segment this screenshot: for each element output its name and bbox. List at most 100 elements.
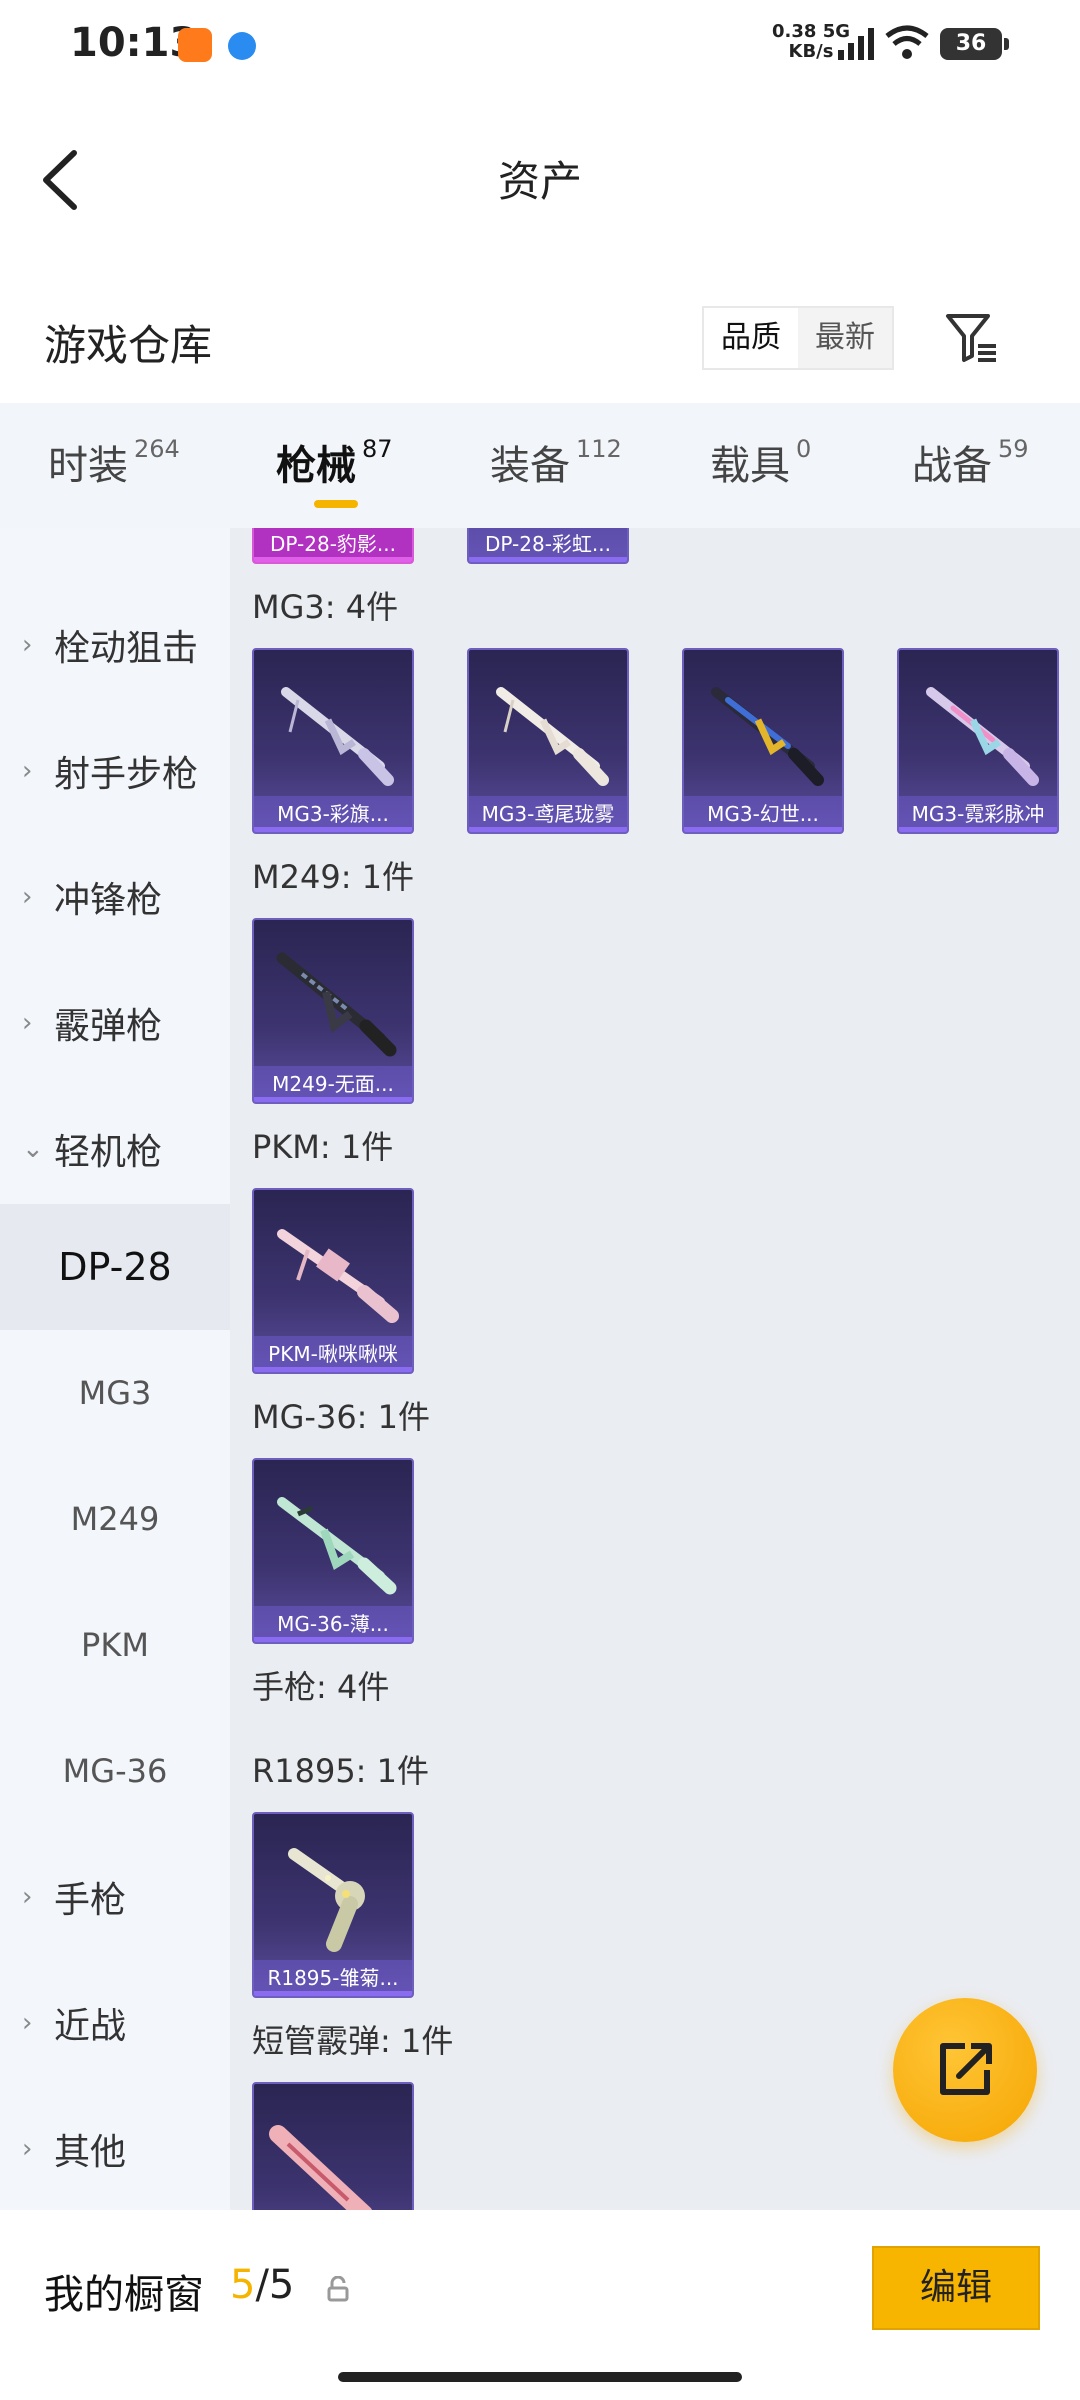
- weapon-skin-card[interactable]: MG3-鸢尾珑雾: [467, 648, 629, 834]
- chevron-right-icon: ›: [22, 630, 33, 660]
- net-speed-value: 0.38: [772, 21, 817, 42]
- tab-vehicles[interactable]: 载具 0: [710, 433, 811, 491]
- weapon-category-sidebar: › 栓动狙击 › 射手步枪 › 冲锋枪 › 霰弹枪 ⌄ 轻机枪 DP-28 MG…: [0, 528, 230, 2210]
- sidebar-item-lmg[interactable]: ⌄ 轻机枪: [0, 1086, 230, 1212]
- chevron-down-icon: ⌄: [22, 1134, 44, 1164]
- sidebar-item-melee[interactable]: › 近战: [0, 1960, 230, 2086]
- home-indicator[interactable]: [338, 2372, 742, 2382]
- chevron-right-icon: ›: [22, 1008, 33, 1038]
- machine-gun-image: [711, 687, 824, 786]
- sidebar-item-other[interactable]: › 其他: [0, 2086, 230, 2210]
- skin-name: MG3-彩旗...: [254, 796, 412, 832]
- sidebar-item-label: 栓动狙击: [54, 628, 199, 669]
- share-icon: [940, 2043, 992, 2095]
- skin-name: DP-28-豹影...: [254, 528, 412, 562]
- category-tabs: 时装 264 枪械 87 装备 112 载具 0 战备 59: [0, 403, 1080, 528]
- tab-count: 59: [998, 435, 1029, 463]
- showcase-bar: 我的橱窗 5/5 编辑: [0, 2210, 1080, 2400]
- tab-equipment[interactable]: 装备 112: [490, 433, 622, 491]
- showcase-count: 5/5: [230, 2262, 294, 2308]
- skin-name: MG3-鸢尾珑雾: [469, 796, 627, 832]
- sidebar-item-label: 近战: [54, 2006, 127, 2047]
- sort-latest-option[interactable]: 最新: [798, 308, 892, 368]
- weapon-skin-card[interactable]: DP-28-豹影...: [252, 528, 414, 564]
- tab-count: 87: [362, 435, 393, 463]
- tab-fashion[interactable]: 时装 264: [48, 433, 180, 491]
- skin-name: R1895-雏菊...: [254, 1960, 412, 1996]
- skin-name: DP-28-彩虹...: [469, 528, 627, 562]
- machine-gun-image: [496, 687, 609, 786]
- tab-label: 枪械: [276, 443, 356, 489]
- skin-name: MG-36-薄...: [254, 1606, 412, 1642]
- tab-count: 112: [576, 435, 622, 463]
- sidebar-sub-m249[interactable]: M249: [0, 1456, 230, 1582]
- sidebar-item-label: 轻机枪: [54, 1132, 163, 1173]
- chevron-right-icon: ›: [22, 882, 33, 912]
- sidebar-item-shotgun[interactable]: › 霰弹枪: [0, 960, 230, 1086]
- battery-level: 36: [955, 31, 987, 56]
- weapon-skin-card[interactable]: MG3-彩旗...: [252, 648, 414, 834]
- warehouse-title: 游戏仓库: [44, 321, 213, 370]
- battery-icon: 36: [940, 28, 1009, 60]
- weapon-skin-card[interactable]: [252, 2082, 414, 2210]
- signal-icon: [838, 28, 874, 60]
- sidebar-item-label: 霰弹枪: [54, 1006, 163, 1047]
- group-label-sawed-off: 短管霰弹: 1件: [252, 2022, 454, 2060]
- tab-label: 装备: [490, 443, 570, 489]
- group-label-mg3: MG3: 4件: [252, 588, 399, 626]
- weapon-skin-card[interactable]: MG3-霓彩脉冲: [897, 648, 1059, 834]
- weapon-skin-card[interactable]: MG3-幻世...: [682, 648, 844, 834]
- share-button[interactable]: [893, 1998, 1037, 2142]
- page-title: 资产: [497, 157, 582, 206]
- sidebar-item-bolt-sniper[interactable]: › 栓动狙击: [0, 582, 230, 708]
- weapon-skin-card[interactable]: DP-28-彩虹...: [467, 528, 629, 564]
- revolver-image: [288, 1848, 365, 1952]
- sort-quality-option[interactable]: 品质: [704, 308, 798, 368]
- machine-gun-image: [277, 1229, 399, 1323]
- sidebar-item-label: 射手步枪: [54, 754, 199, 795]
- filter-icon[interactable]: [944, 312, 1000, 364]
- edit-button[interactable]: 编辑: [872, 2246, 1040, 2330]
- tab-count: 264: [134, 435, 180, 463]
- tab-label: 载具: [710, 443, 790, 489]
- group-label-pkm: PKM: 1件: [252, 1128, 394, 1166]
- shotgun-image: [269, 2125, 373, 2210]
- skin-name: PKM-啾咪啾咪: [254, 1336, 412, 1372]
- weapon-skin-card[interactable]: R1895-雏菊...: [252, 1812, 414, 1998]
- group-label-pistol: 手枪: 4件: [252, 1668, 390, 1706]
- weapon-skin-list: DP-28-豹影... DP-28-彩虹... MG3: 4件 MG3-彩旗..…: [230, 528, 1080, 2210]
- weapon-skin-card[interactable]: M249-无面...: [252, 918, 414, 1104]
- group-label-r1895: R1895: 1件: [252, 1752, 429, 1790]
- tab-firearms[interactable]: 枪械 87: [276, 433, 393, 491]
- sort-toggle: 品质 最新: [702, 306, 894, 370]
- browser-app-icon: [228, 32, 256, 60]
- status-bar: 10:13 0.38 5G KB/s 36: [0, 0, 1080, 90]
- showcase-used: 5: [230, 2262, 256, 2308]
- showcase-total: /5: [255, 2262, 295, 2308]
- sidebar-item-label: 冲锋枪: [54, 880, 163, 921]
- showcase-label: 我的橱窗: [44, 2272, 204, 2318]
- sidebar-sub-mg36[interactable]: MG-36: [0, 1708, 230, 1834]
- weapon-skin-card[interactable]: PKM-啾咪啾咪: [252, 1188, 414, 1374]
- chevron-right-icon: ›: [22, 2134, 33, 2164]
- lock-icon[interactable]: [326, 2276, 350, 2302]
- sidebar-item-smg[interactable]: › 冲锋枪: [0, 834, 230, 960]
- tab-count: 0: [796, 435, 812, 463]
- sidebar-item-pistol[interactable]: › 手枪: [0, 1834, 230, 1960]
- machine-gun-image: [281, 687, 394, 786]
- sidebar-sub-pkm[interactable]: PKM: [0, 1582, 230, 1708]
- machine-gun-image: [926, 687, 1039, 786]
- weapon-skin-card[interactable]: MG-36-薄...: [252, 1458, 414, 1644]
- group-label-mg36: MG-36: 1件: [252, 1398, 430, 1436]
- machine-gun-image: [277, 1497, 397, 1595]
- sidebar-item-dmr[interactable]: › 射手步枪: [0, 708, 230, 834]
- tab-supplies[interactable]: 战备 59: [912, 433, 1029, 491]
- skin-name: MG3-霓彩脉冲: [899, 796, 1057, 832]
- machine-gun-image: [276, 952, 397, 1057]
- chevron-right-icon: ›: [22, 1882, 33, 1912]
- sidebar-sub-dp28[interactable]: DP-28: [0, 1204, 230, 1330]
- chevron-right-icon: ›: [22, 756, 33, 786]
- sidebar-sub-mg3[interactable]: MG3: [0, 1330, 230, 1456]
- active-tab-indicator: [314, 500, 358, 508]
- shopping-app-icon: [178, 28, 212, 62]
